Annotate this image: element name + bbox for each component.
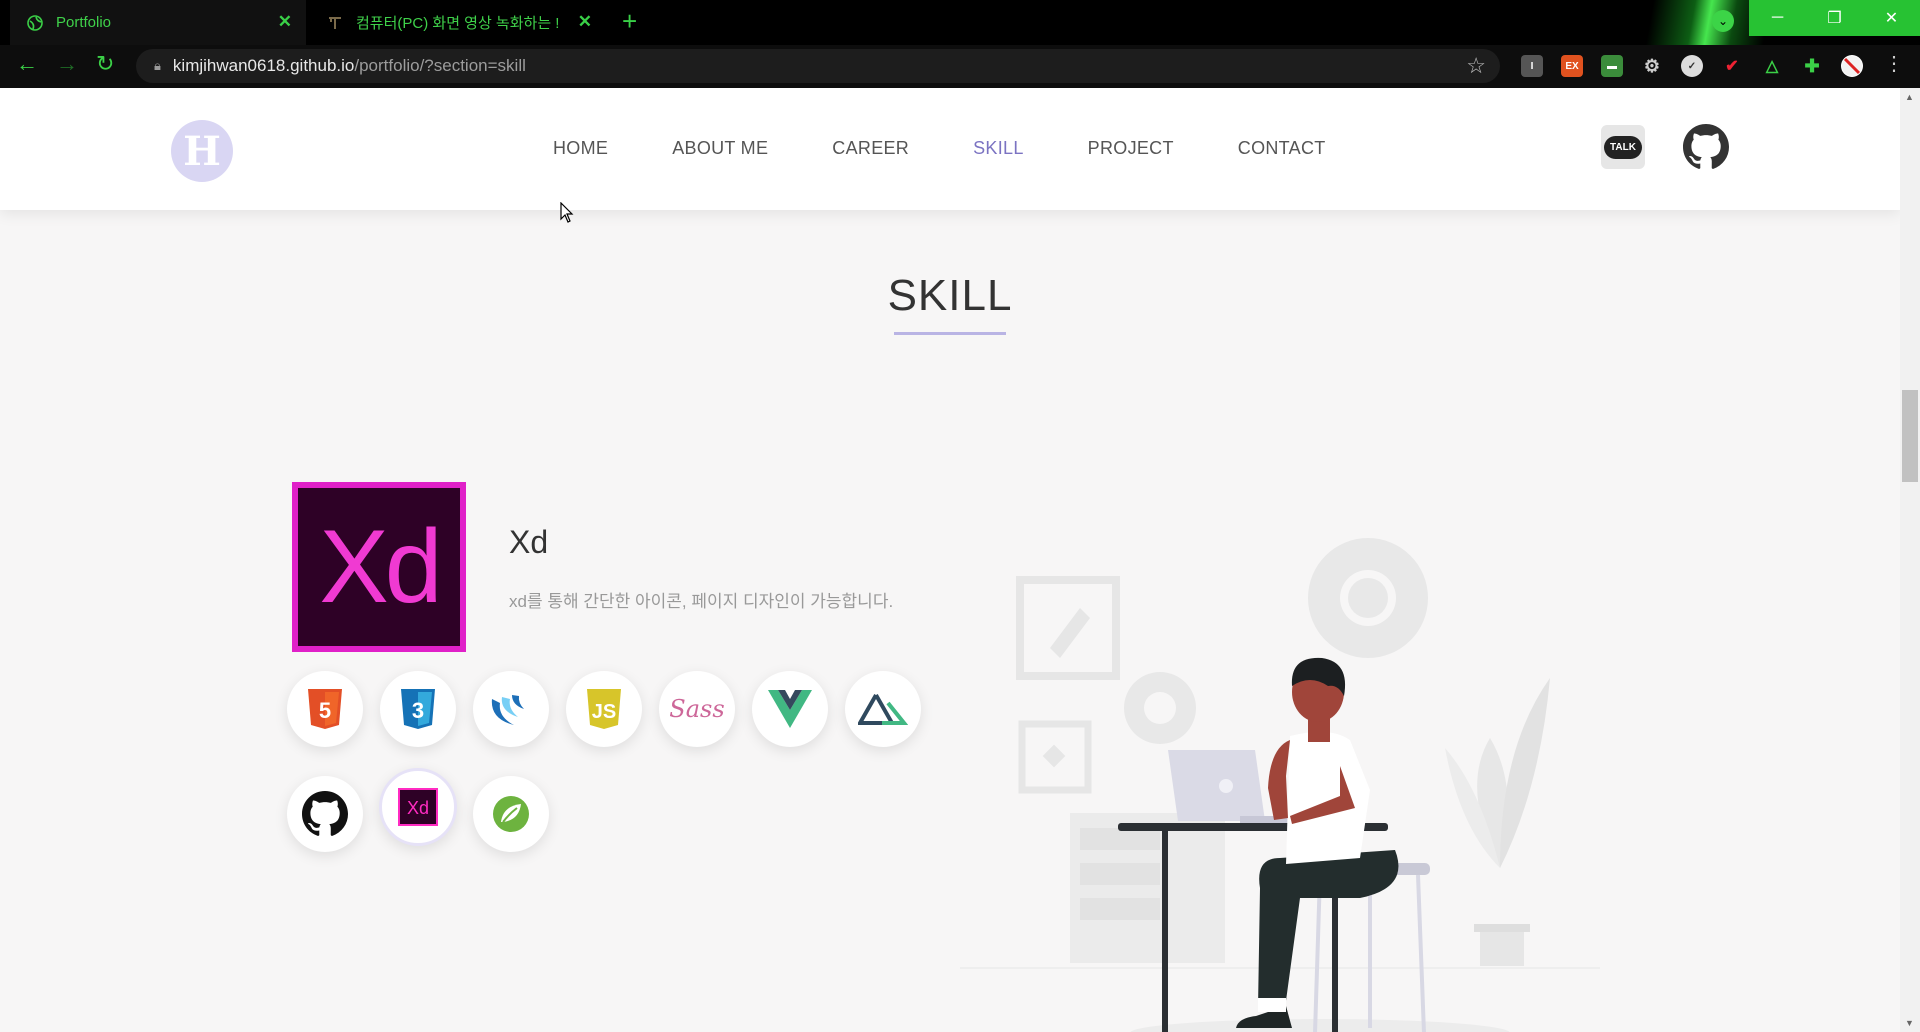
skill-nuxt[interactable]: [845, 671, 921, 747]
xd-icon: Xd: [398, 788, 438, 826]
kakaotalk-button[interactable]: TALK: [1601, 125, 1645, 169]
extension-ex-icon[interactable]: EX: [1561, 55, 1583, 77]
skill-css3[interactable]: 3: [380, 671, 456, 747]
scroll-down-arrow-icon[interactable]: ▼: [1905, 1018, 1914, 1028]
restore-button[interactable]: ❐: [1806, 0, 1863, 36]
logo-letter: H: [183, 127, 221, 175]
address-bar[interactable]: 🔒︎ kimjihwan0618.github.io/portfolio/?se…: [136, 49, 1500, 83]
window-controls: ─ ❐ ✕: [1749, 0, 1920, 36]
back-arrow-icon[interactable]: ←: [16, 51, 38, 77]
skill-sass[interactable]: Sass: [659, 671, 735, 747]
svg-text:Xd: Xd: [407, 798, 429, 818]
mouse-cursor-icon: [560, 202, 574, 223]
jquery-icon: [491, 695, 524, 725]
extension-color-icon[interactable]: ✔: [1721, 55, 1743, 77]
forward-arrow-icon[interactable]: →: [56, 51, 78, 77]
github-icon: [302, 791, 348, 836]
main-nav: HOME ABOUT ME CAREER SKILL PROJECT CONTA…: [553, 138, 1390, 159]
skill-spring[interactable]: [473, 776, 549, 852]
sass-icon: Sass: [669, 695, 724, 723]
nuxt-icon: [858, 694, 908, 725]
browser-chrome: Portfolio ✕ 컴퓨터(PC) 화면 영상 녹화하는 ! ✕ + ⌄ ─…: [0, 0, 1920, 88]
portfolio-page: H HOME ABOUT ME CAREER SKILL PROJECT CON…: [0, 88, 1900, 1032]
nav-about-me[interactable]: ABOUT ME: [672, 138, 768, 159]
nav-project[interactable]: PROJECT: [1088, 138, 1174, 159]
spring-icon: [493, 796, 529, 832]
skill-description: xd를 통해 간단한 아이콘, 페이지 디자인이 가능합니다.: [509, 592, 894, 611]
skill-github[interactable]: [287, 776, 363, 852]
tab-screen-recording[interactable]: 컴퓨터(PC) 화면 영상 녹화하는 ! ✕: [310, 0, 606, 45]
xd-logo-text: Xd: [298, 488, 460, 646]
skill-javascript[interactable]: JS: [566, 671, 642, 747]
globe-icon: [26, 14, 44, 32]
tab-portfolio[interactable]: Portfolio ✕: [10, 0, 306, 45]
svg-text:3: 3: [412, 698, 424, 723]
title-underline: [894, 332, 1006, 335]
lock-icon: 🔒︎: [154, 58, 161, 73]
minimize-button[interactable]: ─: [1749, 0, 1806, 36]
developer-illustration: [960, 538, 1600, 1032]
extension-triangle-icon[interactable]: △: [1761, 55, 1783, 77]
close-window-button[interactable]: ✕: [1863, 0, 1920, 36]
scrollbar-thumb[interactable]: [1902, 390, 1918, 482]
svg-text:5: 5: [319, 698, 331, 723]
bookmark-star-icon[interactable]: ☆: [1466, 53, 1486, 79]
nav-skill[interactable]: SKILL: [973, 138, 1024, 159]
tab-strip: Portfolio ✕ 컴퓨터(PC) 화면 영상 녹화하는 ! ✕ +: [0, 0, 1920, 45]
tab-title: Portfolio: [56, 14, 112, 31]
browser-menu-icon[interactable]: ⋮: [1884, 51, 1904, 76]
site-logo[interactable]: H: [171, 120, 233, 182]
profile-chevron-icon[interactable]: ⌄: [1712, 10, 1734, 32]
site-favicon-icon: [326, 14, 344, 32]
browser-toolbar: ← → ↻ 🔒︎ kimjihwan0618.github.io/portfol…: [0, 45, 1920, 88]
tab-title: 컴퓨터(PC) 화면 영상 녹화하는 !: [356, 15, 560, 32]
reload-icon[interactable]: ↻: [96, 51, 114, 77]
html5-icon: 5: [308, 689, 342, 729]
scroll-up-arrow-icon[interactable]: ▲: [1905, 92, 1914, 102]
section-title: SKILL: [887, 271, 1013, 320]
nav-home[interactable]: HOME: [553, 138, 608, 159]
svg-text:Sass: Sass: [669, 695, 724, 723]
extensions-puzzle-icon[interactable]: ✚: [1801, 55, 1823, 77]
page-scrollbar[interactable]: ▲ ▼: [1900, 88, 1920, 1032]
javascript-icon: JS: [587, 689, 621, 729]
extension-gear-icon[interactable]: ⚙: [1641, 55, 1663, 77]
extension-check-icon[interactable]: ✓: [1681, 55, 1703, 77]
site-header: H HOME ABOUT ME CAREER SKILL PROJECT CON…: [0, 88, 1900, 210]
css3-icon: 3: [401, 689, 435, 729]
selected-skill-logo: Xd: [292, 482, 466, 652]
skill-html5[interactable]: 5: [287, 671, 363, 747]
skill-jquery[interactable]: [473, 671, 549, 747]
extension-reader-icon[interactable]: I: [1521, 55, 1543, 77]
kakaotalk-icon: TALK: [1604, 135, 1642, 159]
nav-contact[interactable]: CONTACT: [1238, 138, 1326, 159]
svg-text:JS: JS: [592, 701, 616, 723]
close-tab-icon[interactable]: ✕: [578, 12, 592, 32]
close-tab-icon[interactable]: ✕: [278, 12, 292, 32]
new-tab-button[interactable]: +: [622, 6, 637, 36]
url-host: kimjihwan0618.github.io: [172, 56, 355, 75]
skill-xd[interactable]: Xd: [379, 768, 457, 846]
url-text[interactable]: kimjihwan0618.github.io/portfolio/?secti…: [173, 56, 526, 76]
vue-icon: [768, 690, 812, 728]
nav-career[interactable]: CAREER: [832, 138, 909, 159]
url-path: /portfolio/?section=skill: [354, 56, 526, 75]
extension-card-icon[interactable]: ▬: [1601, 55, 1623, 77]
skill-vue[interactable]: [752, 671, 828, 747]
skill-name: Xd: [509, 524, 549, 560]
profile-avatar-icon[interactable]: [1841, 55, 1863, 77]
github-link-icon[interactable]: [1683, 124, 1729, 170]
